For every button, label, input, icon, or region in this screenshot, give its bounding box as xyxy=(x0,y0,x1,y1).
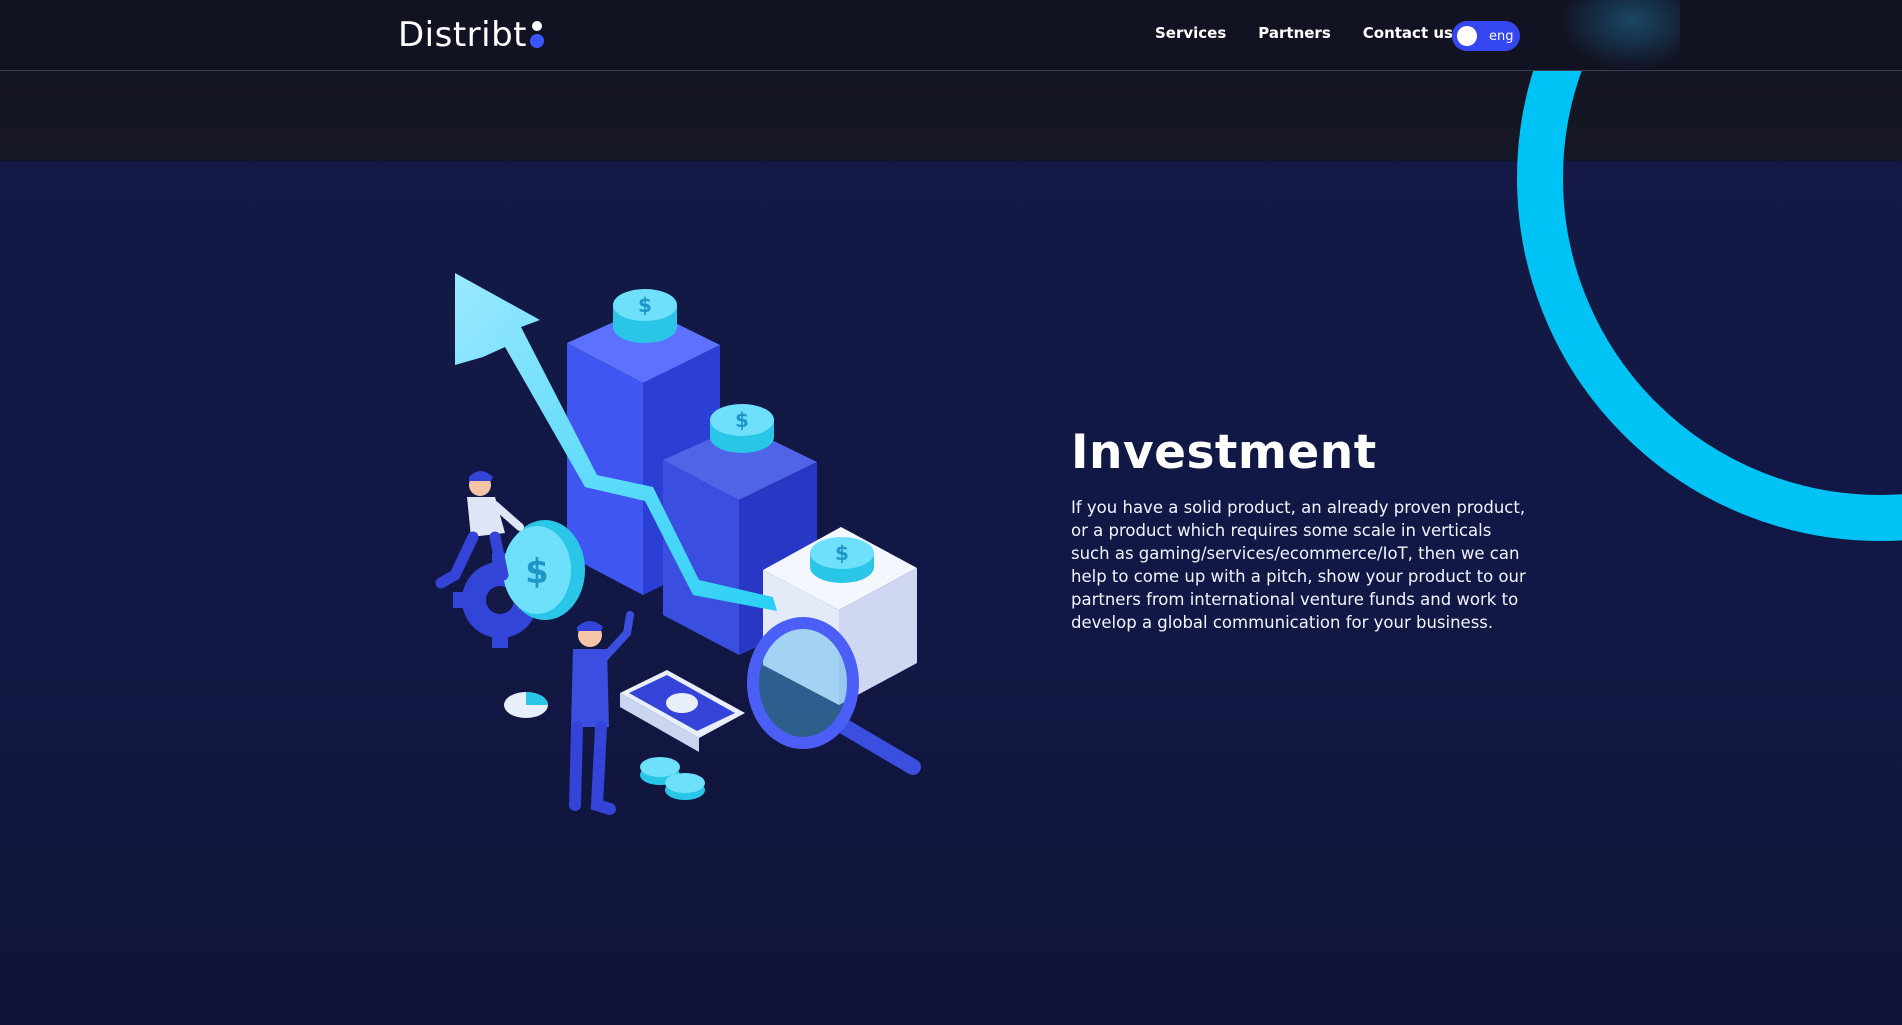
svg-text:$: $ xyxy=(525,552,549,592)
language-label: eng xyxy=(1489,28,1514,44)
svg-text:$: $ xyxy=(735,408,749,432)
language-toggle[interactable]: eng xyxy=(1452,21,1520,51)
banknote-icon xyxy=(620,670,745,752)
pie-chart-icon xyxy=(504,692,548,718)
investment-illustration: $ $ $ $ xyxy=(435,273,921,815)
section-title: Investment xyxy=(1071,425,1377,480)
svg-text:$: $ xyxy=(638,293,652,317)
nav-link-partners[interactable]: Partners xyxy=(1258,24,1330,42)
brand-mark-icon xyxy=(529,21,545,53)
coin-stack-cube: $ xyxy=(810,537,874,583)
brand-logo[interactable]: Distribt xyxy=(398,13,545,57)
coin-stack-middle: $ xyxy=(710,404,774,453)
nav-link-contact-us[interactable]: Contact us xyxy=(1363,24,1453,42)
person-standing xyxy=(569,611,634,815)
investment-section: Investment If you have a solid product, … xyxy=(1071,425,1531,634)
page: Distribt Services Partners Contact us en… xyxy=(0,0,1902,1025)
navbar: Distribt Services Partners Contact us en… xyxy=(0,0,1902,71)
toggle-knob xyxy=(1457,26,1477,46)
brand-name: Distribt xyxy=(398,15,528,55)
nav-link-services[interactable]: Services xyxy=(1155,24,1226,42)
section-description: If you have a solid product, an already … xyxy=(1071,498,1526,632)
navbar-glow xyxy=(1560,0,1680,70)
main-nav: Services Partners Contact us xyxy=(1155,24,1453,42)
small-coins-icon xyxy=(640,757,705,800)
svg-text:$: $ xyxy=(835,541,849,565)
coin-stack-top: $ xyxy=(613,289,677,343)
